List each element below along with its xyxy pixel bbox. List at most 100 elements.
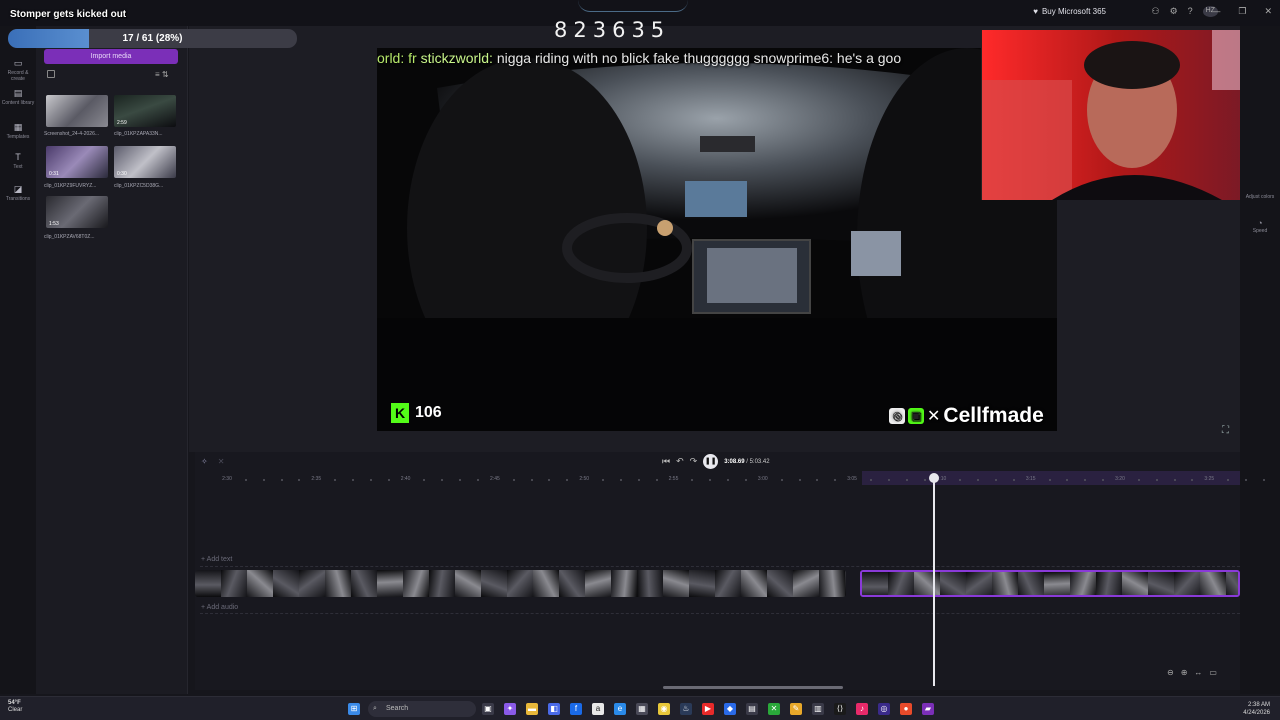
clock[interactable]: 2:38 AM 4/24/2026 — [1243, 701, 1270, 717]
chrome-icon[interactable]: ◉ — [658, 703, 670, 715]
media-thumb-4[interactable]: 0:30 — [114, 146, 176, 178]
task-view-icon[interactable]: ▣ — [482, 703, 494, 715]
add-text-track[interactable]: + Add text — [201, 556, 232, 563]
media-thumb-1[interactable] — [46, 95, 108, 127]
settings-icon[interactable]: ⚙ — [1170, 6, 1178, 17]
clipchamp-icon[interactable]: ▰ — [922, 703, 934, 715]
ruler-tick-label: 3:25 — [1204, 476, 1215, 482]
help-icon[interactable]: ? — [1188, 6, 1193, 17]
nav-record-create[interactable]: ▭ Record & create — [0, 58, 36, 82]
filter-icon[interactable]: ≡ — [155, 70, 160, 79]
ruler-tick — [548, 479, 551, 481]
skip-back-icon[interactable]: ⏮ — [662, 456, 670, 467]
expand-icon[interactable]: ▭ — [1209, 668, 1217, 677]
minimize-icon[interactable]: — — [1211, 6, 1220, 17]
copilot-icon[interactable]: ✦ — [504, 703, 516, 715]
car-interior-scene — [377, 48, 1057, 431]
timeline-scrollbar[interactable] — [663, 686, 843, 689]
media-thumb-2[interactable]: 2:59 — [114, 95, 176, 127]
media-name-3: clip_01KPZ9FUVRYZ... — [44, 183, 97, 189]
close-icon[interactable]: ✕ — [1264, 6, 1272, 17]
fullscreen-icon[interactable]: ⛶ — [1222, 425, 1229, 436]
ruler-tick — [423, 479, 426, 481]
app-icon[interactable]: ▥ — [812, 703, 824, 715]
facebook-icon[interactable]: f — [570, 703, 582, 715]
adjust-colors-button[interactable]: Adjust colors — [1240, 194, 1280, 200]
media-thumb-5[interactable]: 1:53 — [46, 196, 108, 228]
video-clip-selected[interactable] — [860, 570, 1240, 597]
playhead[interactable] — [933, 478, 935, 686]
app-icon[interactable]: ◆ — [724, 703, 736, 715]
obs-icon[interactable]: ◎ — [878, 703, 890, 715]
ruler-tick — [923, 479, 926, 481]
edge-icon[interactable]: e — [614, 703, 626, 715]
speed-icon: ◔ — [1257, 218, 1263, 228]
ruler-tick — [816, 479, 819, 481]
nav-templates[interactable]: ▦ Templates — [0, 122, 36, 140]
app-icon[interactable]: ● — [900, 703, 912, 715]
sort-icon[interactable]: ⇅ — [162, 70, 169, 79]
text-icon: T — [15, 152, 21, 162]
speed-button[interactable]: ◔ Speed — [1240, 218, 1280, 234]
clip-frame — [559, 570, 585, 597]
ruler-tick — [1155, 479, 1158, 481]
buy-microsoft-365-button[interactable]: ♥ Buy Microsoft 365 — [1033, 7, 1106, 16]
ruler-tick — [566, 479, 569, 481]
ruler-tick — [441, 479, 444, 481]
app-icon[interactable]: ⟨⟩ — [834, 703, 846, 715]
file-explorer-icon[interactable]: ▬ — [526, 703, 538, 715]
add-audio-track[interactable]: + Add audio — [201, 604, 238, 611]
ruler-tick-label: 2:55 — [668, 476, 679, 482]
magic-icon[interactable]: ✧ — [201, 457, 208, 466]
ruler-tick — [727, 479, 730, 481]
youtube-icon[interactable]: ▶ — [702, 703, 714, 715]
zoom-in-icon[interactable]: ⊕ — [1181, 668, 1188, 677]
ruler-tick — [334, 479, 337, 481]
ruler-tick — [1137, 479, 1140, 481]
clip-frame — [429, 570, 455, 597]
weather-widget[interactable]: 54°F Clear — [8, 700, 22, 714]
maximize-icon[interactable]: ❐ — [1238, 6, 1246, 17]
clip-frame — [689, 570, 715, 597]
rewind-icon[interactable]: ↶ — [676, 456, 684, 467]
steam-icon[interactable]: ♨ — [680, 703, 692, 715]
panel-tools: ≡ ⇅ — [155, 70, 169, 79]
zoom-out-icon[interactable]: ⊖ — [1167, 668, 1174, 677]
window-controls: — ❐ ✕ — [1211, 6, 1272, 17]
clip-frame — [767, 570, 793, 597]
media-thumb-3[interactable]: 0:31 — [46, 146, 108, 178]
import-media-button[interactable]: Import media — [44, 49, 178, 64]
amazon-icon[interactable]: a — [592, 703, 604, 715]
forward-icon[interactable]: ↷ — [690, 456, 698, 467]
ruler-tick — [352, 479, 355, 481]
share-icon[interactable]: ⚇ — [1151, 6, 1159, 17]
delete-icon[interactable]: ✕ — [218, 457, 225, 466]
viewer-count: K 106 — [391, 403, 442, 423]
pause-button[interactable]: ❚❚ — [703, 454, 719, 469]
video-preview[interactable] — [377, 48, 1057, 431]
templates-icon: ▦ — [13, 122, 23, 132]
clip-frame — [273, 570, 299, 597]
ruler-tick — [1173, 479, 1176, 481]
time-ruler[interactable]: 2:30 2:35 2:40 2:45 2:50 2:55 3:00 3:05 3:10 3:15… — [195, 471, 1265, 485]
nav-content-library[interactable]: ▤ Content library — [0, 88, 36, 106]
fit-icon[interactable]: ↔ — [1194, 668, 1202, 677]
calculator-icon[interactable]: ▦ — [636, 703, 648, 715]
ruler-tick — [369, 479, 372, 481]
clip-frame — [940, 572, 966, 595]
video-clip[interactable] — [195, 570, 846, 597]
start-icon[interactable]: ⊞ — [348, 703, 360, 715]
clip-frame — [1122, 572, 1148, 595]
chat-username: snowprime6: — [753, 50, 834, 66]
nav-transitions[interactable]: ◪ Transitions — [0, 184, 36, 202]
app-icon[interactable]: ▤ — [746, 703, 758, 715]
nav-text[interactable]: T Text — [0, 152, 36, 170]
store-icon[interactable]: ◧ — [548, 703, 560, 715]
taskbar-search[interactable]: ⌕ Search — [368, 701, 476, 717]
ruler-tick-label: 3:00 — [757, 476, 768, 482]
select-all-checkbox[interactable] — [47, 70, 55, 78]
media-name-1: Screenshot_24-4-2026... — [44, 131, 100, 137]
xbox-icon[interactable]: ✕ — [768, 703, 780, 715]
app-icon[interactable]: ✎ — [790, 703, 802, 715]
tiktok-icon[interactable]: ♪ — [856, 703, 868, 715]
